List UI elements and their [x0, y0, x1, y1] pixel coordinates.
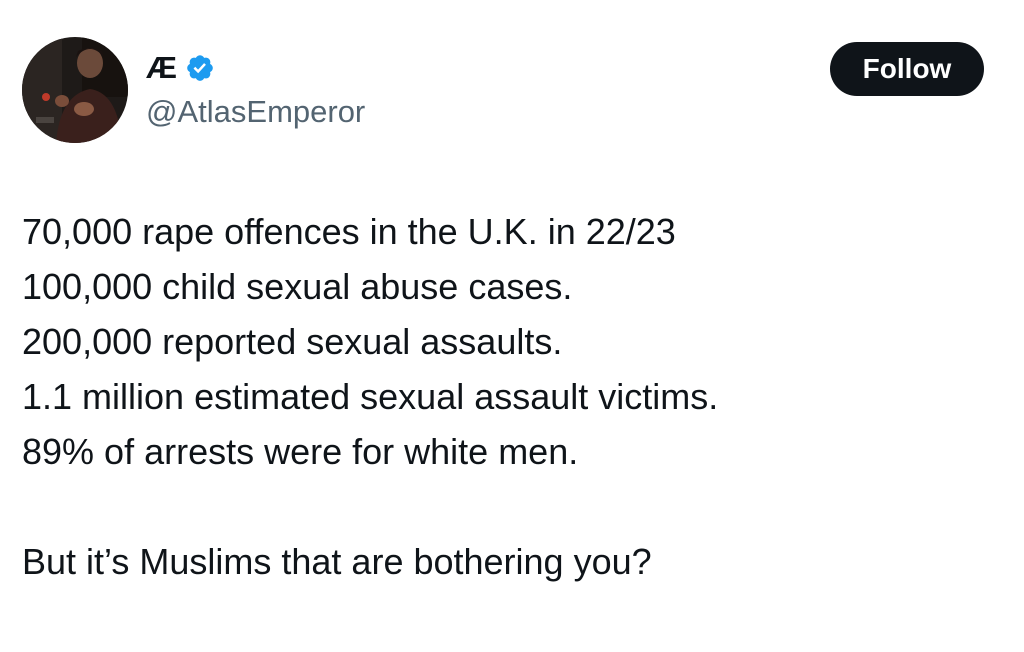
user-info: Æ @AtlasEmperor — [146, 48, 365, 132]
name-row: Æ — [146, 48, 365, 88]
tweet-closing-line: But it’s Muslims that are bothering you? — [22, 541, 652, 582]
tweet-line: 200,000 reported sexual assaults. — [22, 321, 563, 362]
tweet-line: 70,000 rape offences in the U.K. in 22/2… — [22, 211, 676, 252]
paragraph-break — [22, 479, 1002, 534]
user-handle[interactable]: @AtlasEmperor — [146, 92, 365, 132]
tweet-line: 1.1 million estimated sexual assault vic… — [22, 376, 719, 417]
follow-button[interactable]: Follow — [830, 42, 984, 96]
tweet-text: 70,000 rape offences in the U.K. in 22/2… — [22, 204, 1002, 589]
avatar[interactable] — [22, 37, 128, 143]
verified-badge-icon — [185, 53, 215, 83]
tweet-line: 89% of arrests were for white men. — [22, 431, 579, 472]
avatar-photo-icon — [22, 37, 128, 143]
display-name[interactable]: Æ — [146, 48, 178, 88]
tweet-line: 100,000 child sexual abuse cases. — [22, 266, 573, 307]
